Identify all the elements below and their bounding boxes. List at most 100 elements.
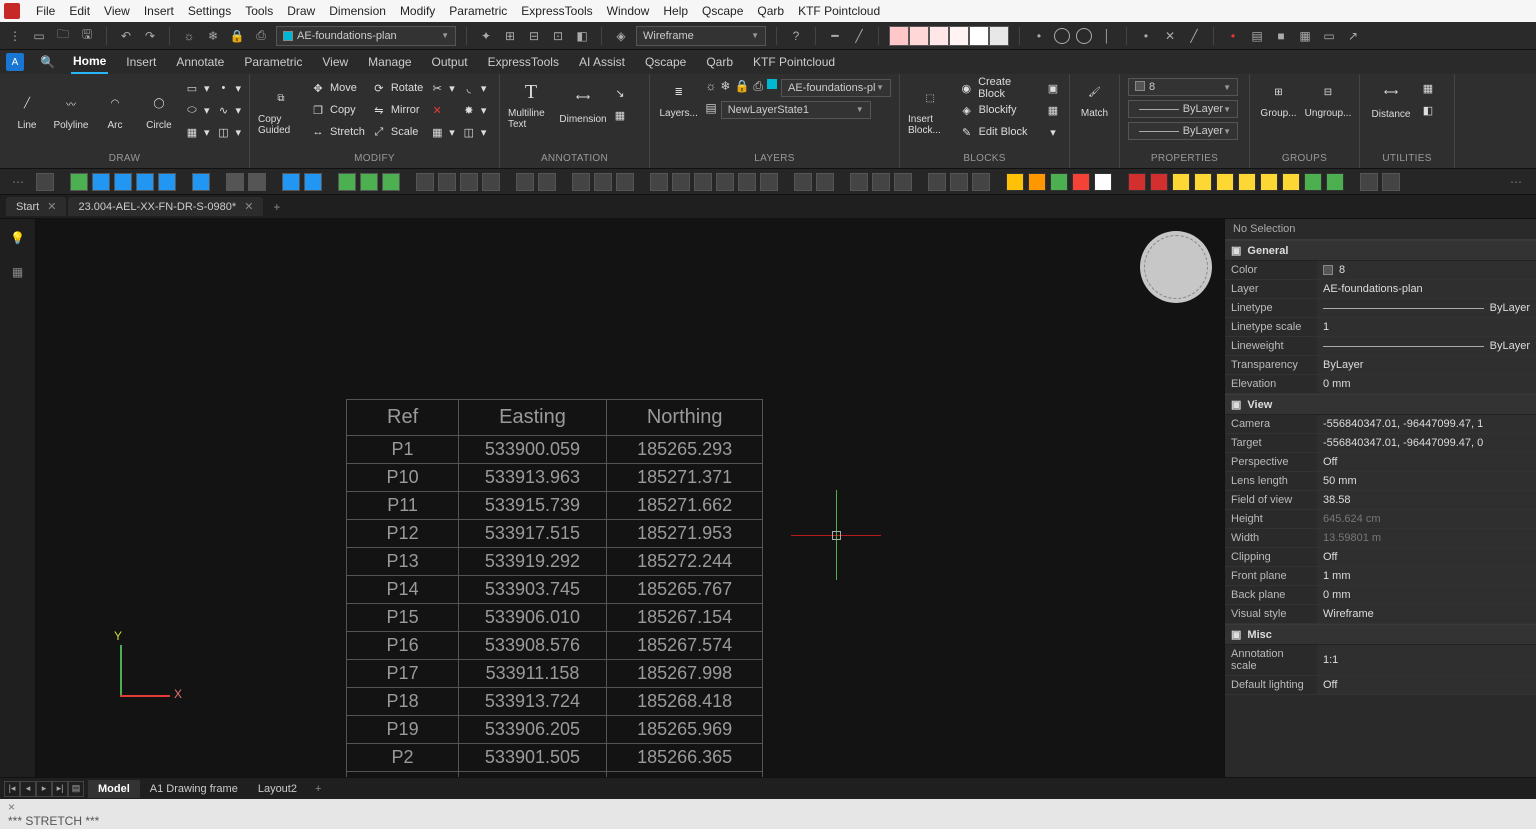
property-row[interactable]: ClippingOff: [1225, 548, 1536, 567]
tool-icon[interactable]: [338, 173, 356, 191]
layers-button[interactable]: ≣Layers...: [658, 78, 699, 119]
property-row[interactable]: Target-556840347.01, -96447099.47, 0: [1225, 434, 1536, 453]
menu-item[interactable]: Settings: [188, 4, 231, 18]
rotate-button[interactable]: ⟳Rotate: [371, 78, 423, 98]
property-value[interactable]: Off: [1317, 453, 1536, 471]
properties-section-header[interactable]: ▣View: [1225, 394, 1536, 415]
lock-icon[interactable]: 🔒: [734, 79, 749, 97]
tool-icon[interactable]: [716, 173, 734, 191]
property-value[interactable]: Wireframe: [1317, 605, 1536, 623]
tool-icon[interactable]: [1304, 173, 1322, 191]
ungroup-button[interactable]: ⊟Ungroup...: [1305, 78, 1351, 119]
menu-item[interactable]: ExpressTools: [521, 4, 592, 18]
state-icon[interactable]: ▤: [705, 101, 716, 119]
menu-item[interactable]: Tools: [245, 4, 273, 18]
close-icon[interactable]: ✕: [244, 200, 253, 213]
match-button[interactable]: 🖌Match: [1078, 78, 1111, 119]
tool-icon[interactable]: ✕: [1161, 27, 1179, 45]
tool-icon[interactable]: [70, 173, 88, 191]
property-value[interactable]: ByLayer: [1317, 299, 1536, 317]
mirror-button[interactable]: ⇋Mirror: [371, 100, 423, 120]
tool-icon[interactable]: [572, 173, 590, 191]
dimension-button[interactable]: ⟷Dimension: [560, 84, 606, 125]
property-value[interactable]: 1 mm: [1317, 567, 1536, 585]
circle-icon[interactable]: [1076, 28, 1092, 44]
sun-icon[interactable]: ☼: [705, 79, 716, 97]
menu-item[interactable]: Qscape: [702, 4, 743, 18]
region-button[interactable]: ◫▾: [215, 122, 241, 142]
dot-icon[interactable]: •: [1137, 27, 1155, 45]
tool-icon[interactable]: ✦: [477, 27, 495, 45]
insert-block-button[interactable]: ⬚Insert Block...: [908, 84, 953, 136]
tool-icon[interactable]: ⊡: [549, 27, 567, 45]
property-row[interactable]: Default lightingOff: [1225, 676, 1536, 695]
tool-icon[interactable]: [1382, 173, 1400, 191]
menu-item[interactable]: File: [36, 4, 55, 18]
linetype-dropdown[interactable]: ByLayer▼: [1128, 122, 1238, 140]
tool-icon[interactable]: [872, 173, 890, 191]
move-button[interactable]: ✥Move: [310, 78, 365, 98]
properties-section-header[interactable]: ▣General: [1225, 240, 1536, 261]
undo-icon[interactable]: ↶: [117, 27, 135, 45]
block-tool[interactable]: ▾: [1045, 122, 1061, 142]
tool-icon[interactable]: [672, 173, 690, 191]
point-icon[interactable]: •: [1030, 27, 1048, 45]
ribbon-tab[interactable]: Annotate: [174, 51, 226, 73]
block-tool[interactable]: ▣: [1045, 78, 1061, 98]
draw-polyline-button[interactable]: 〰Polyline: [52, 90, 90, 131]
copy-guided-button[interactable]: ⧉Copy Guided: [258, 84, 304, 136]
diag-icon[interactable]: ╱: [850, 27, 868, 45]
leader-button[interactable]: ↘: [612, 83, 628, 103]
property-row[interactable]: LayerAE-foundations-plan: [1225, 280, 1536, 299]
menu-item[interactable]: View: [104, 4, 130, 18]
menu-item[interactable]: Draw: [287, 4, 315, 18]
util-tool[interactable]: ▦: [1420, 78, 1436, 98]
layer-dropdown[interactable]: AE-foundations-pl▼: [781, 79, 891, 97]
util-tool[interactable]: ◧: [1420, 100, 1436, 120]
new-icon[interactable]: ▭: [30, 27, 48, 45]
property-value[interactable]: ByLayer: [1317, 356, 1536, 374]
trim-button[interactable]: ✂▾: [429, 78, 455, 98]
tool-icon[interactable]: [360, 173, 378, 191]
draw-line-button[interactable]: ╱Line: [8, 90, 46, 131]
tool-icon[interactable]: [438, 173, 456, 191]
line-icon[interactable]: │: [1098, 27, 1116, 45]
tool-icon[interactable]: [92, 173, 110, 191]
command-line[interactable]: × *** STRETCH *** Enter new point [Base …: [0, 799, 1536, 829]
ribbon-tab-home[interactable]: Home: [71, 50, 108, 74]
tool-icon[interactable]: [192, 173, 210, 191]
mtext-button[interactable]: TMultiline Text: [508, 78, 554, 130]
rect-button[interactable]: ▭▾: [184, 78, 210, 98]
property-row[interactable]: Field of view38.58: [1225, 491, 1536, 510]
create-block-button[interactable]: ◉Create Block: [959, 78, 1039, 98]
print-icon[interactable]: ⎙: [252, 27, 270, 45]
tool-icon[interactable]: [482, 173, 500, 191]
tool-icon[interactable]: ╱: [1185, 27, 1203, 45]
spline-button[interactable]: ∿▾: [215, 100, 241, 120]
properties-section-header[interactable]: ▣Misc: [1225, 624, 1536, 645]
property-value[interactable]: 645.624 cm: [1317, 510, 1536, 528]
ribbon-tab[interactable]: View: [320, 51, 350, 73]
menu-item[interactable]: Insert: [144, 4, 174, 18]
blockify-button[interactable]: ◈Blockify: [959, 100, 1039, 120]
ribbon-tab[interactable]: Insert: [124, 51, 158, 73]
tool-icon[interactable]: [248, 173, 266, 191]
menu-item[interactable]: KTF Pointcloud: [798, 4, 880, 18]
property-row[interactable]: LineweightByLayer: [1225, 337, 1536, 356]
tool-icon[interactable]: [1172, 173, 1190, 191]
stretch-button[interactable]: ↔Stretch: [310, 122, 365, 142]
property-row[interactable]: Annotation scale1:1: [1225, 645, 1536, 676]
tool-icon[interactable]: [304, 173, 322, 191]
fillet-button[interactable]: ◟▾: [461, 78, 487, 98]
line-icon[interactable]: ━: [826, 27, 844, 45]
new-tab-button[interactable]: +: [265, 200, 288, 214]
tool-icon[interactable]: [816, 173, 834, 191]
menu-item[interactable]: Window: [607, 4, 650, 18]
tool-icon[interactable]: [794, 173, 812, 191]
property-row[interactable]: Width13.59801 m: [1225, 529, 1536, 548]
close-icon[interactable]: ✕: [47, 200, 56, 213]
prev-icon[interactable]: ◂: [20, 781, 36, 797]
view-cube[interactable]: [1140, 231, 1212, 303]
ribbon-tab[interactable]: Qarb: [704, 51, 735, 73]
property-row[interactable]: Linetype scale1: [1225, 318, 1536, 337]
